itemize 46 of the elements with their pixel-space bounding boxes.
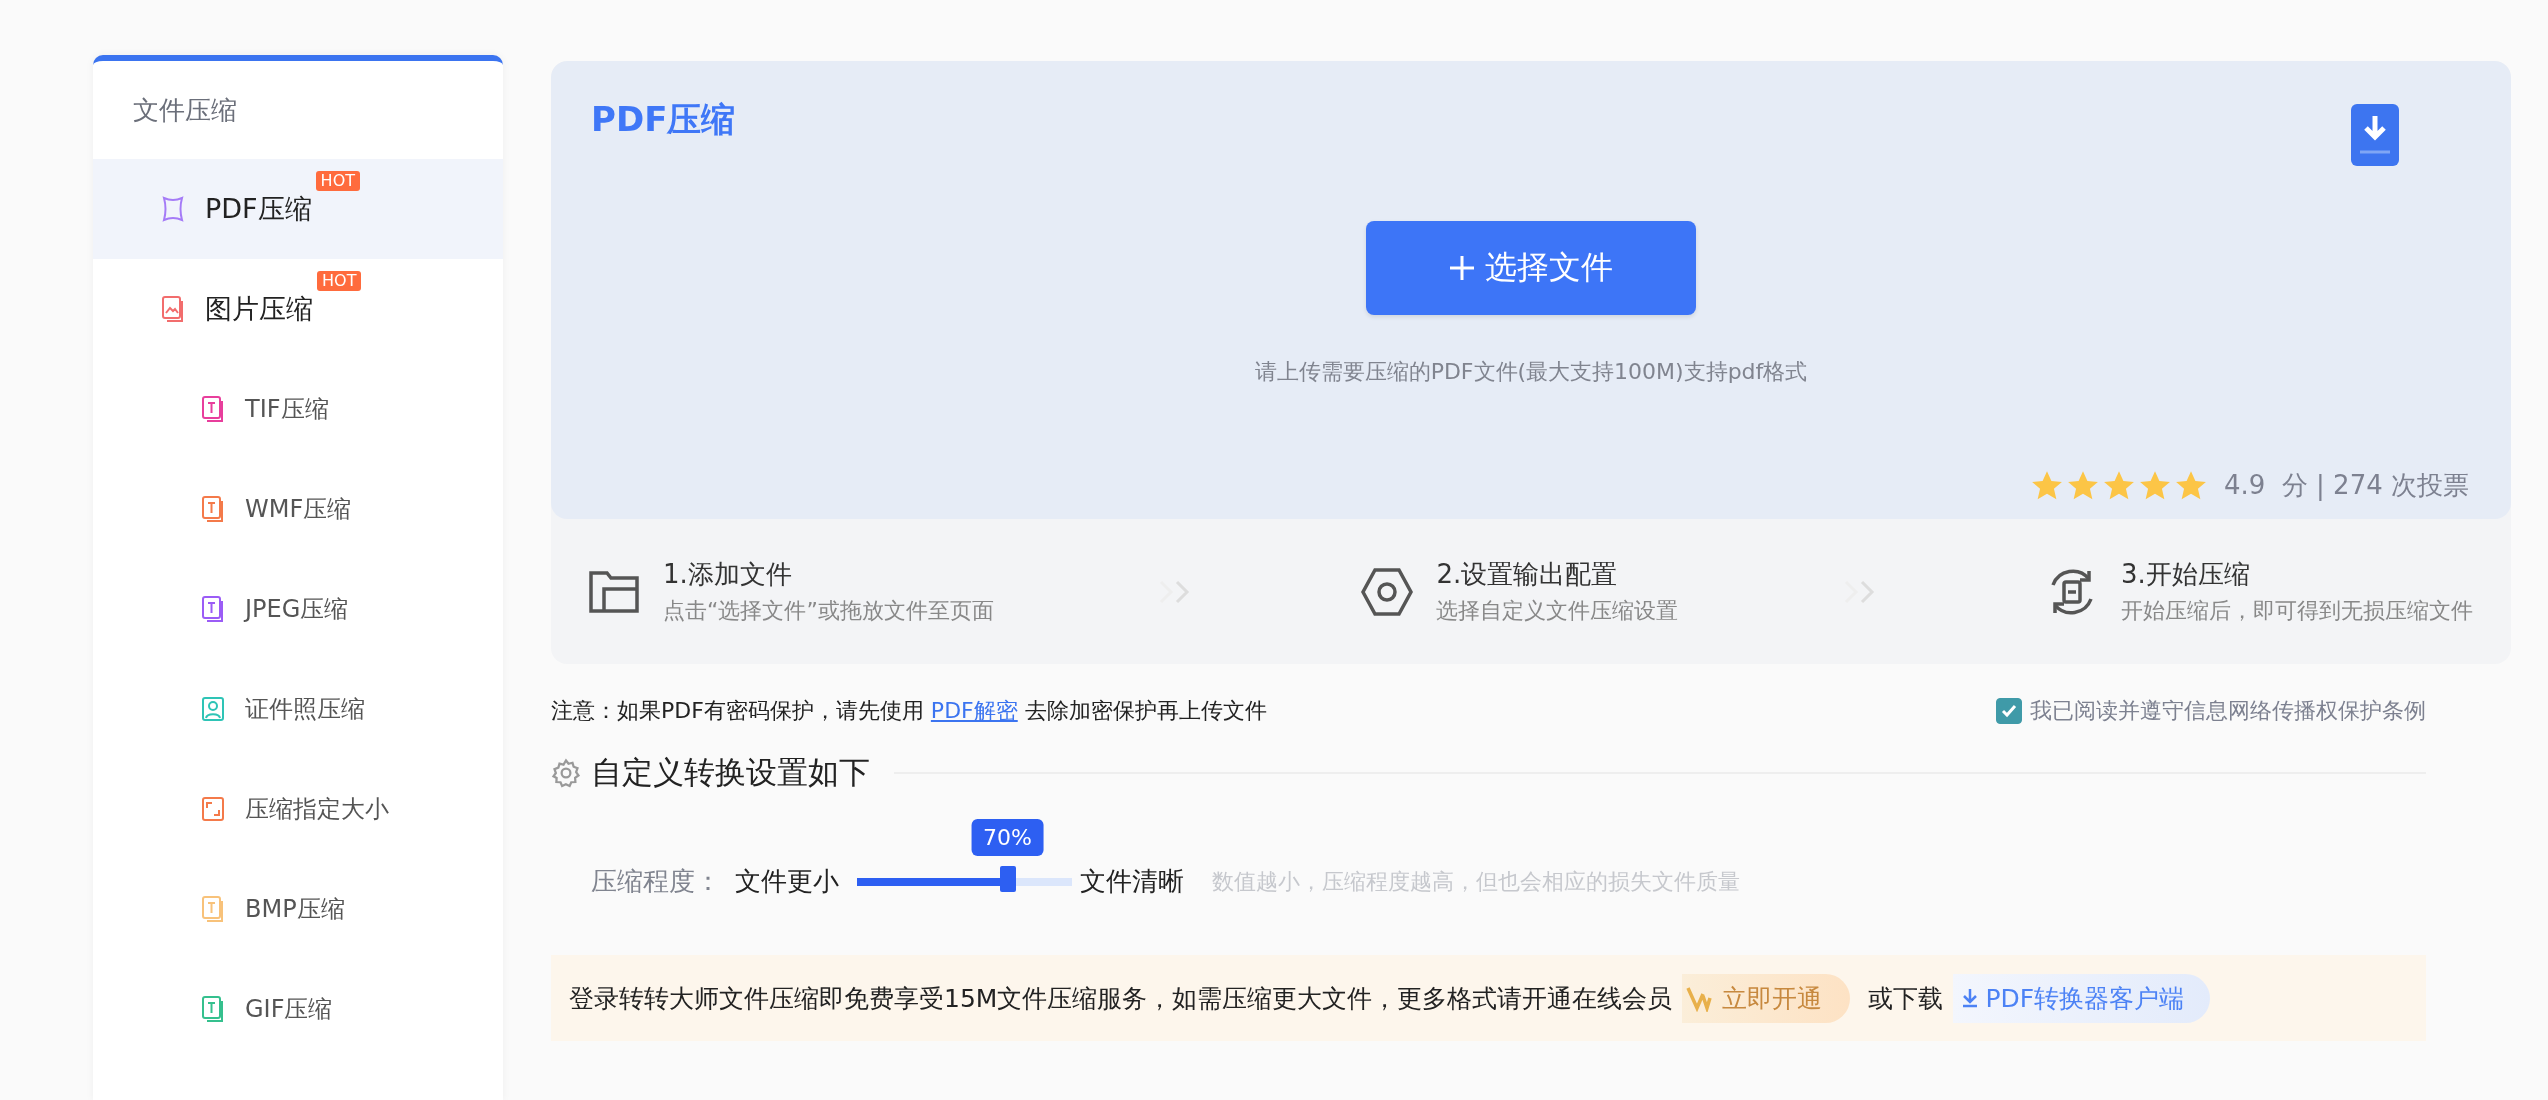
password-notice: 注意：如果PDF有密码保护，请先使用 PDF解密 去除加密保护再上传文件 bbox=[551, 697, 1267, 725]
sidebar-item[interactable]: 证件照压缩 bbox=[93, 659, 503, 759]
settings-icon bbox=[551, 758, 581, 788]
pdf-decrypt-link[interactable]: PDF解密 bbox=[930, 698, 1018, 723]
hot-badge: HOT bbox=[317, 271, 362, 291]
hot-badge: HOT bbox=[315, 171, 360, 191]
download-icon[interactable] bbox=[2351, 104, 2399, 166]
sidebar-item[interactable]: GIF压缩 bbox=[93, 959, 503, 1059]
sidebar-item[interactable]: 图片压缩 HOT bbox=[93, 259, 503, 359]
download-icon bbox=[1961, 988, 1980, 1008]
slider-thumb[interactable] bbox=[999, 865, 1016, 892]
sidebar-item-label: WMF压缩 bbox=[245, 494, 352, 525]
sidebar-item[interactable]: TIF压缩 bbox=[93, 359, 503, 459]
upload-hint: 请上传需要压缩的PDF文件(最大支持100M)支持pdf格式 bbox=[1254, 358, 1808, 386]
max-label: 文件清晰 bbox=[1080, 865, 1184, 898]
select-file-button[interactable]: 选择文件 bbox=[1366, 221, 1696, 315]
min-label: 文件更小 bbox=[735, 865, 839, 898]
consent-checkbox[interactable] bbox=[1996, 698, 2022, 724]
consent-label: 我已阅读并遵守信息网络传播权保护条例 bbox=[2030, 697, 2426, 725]
page-title: PDF压缩 bbox=[591, 98, 736, 141]
settings-heading: 自定义转换设置如下 bbox=[591, 753, 870, 792]
checkmark-icon bbox=[2000, 702, 2018, 720]
step-description: 选择自定义文件压缩设置 bbox=[1436, 597, 1679, 625]
sidebar-title: 文件压缩 bbox=[132, 93, 238, 127]
sidebar-item[interactable]: 压缩指定大小 bbox=[93, 759, 503, 859]
sidebar-item-label: TIF压缩 bbox=[245, 394, 329, 425]
rating-text: 4.9 分 | 274 次投票 bbox=[2223, 469, 2469, 503]
plus-icon bbox=[1449, 255, 1475, 281]
sidebar-item-label: JPEG压缩 bbox=[245, 594, 349, 625]
sidebar-item-label: BMP压缩 bbox=[245, 894, 345, 925]
slider-tooltip: 70% bbox=[971, 818, 1044, 856]
step-description: 开始压缩后，即可得到无损压缩文件 bbox=[2121, 597, 2473, 625]
sidebar-item[interactable]: JPEG压缩 bbox=[93, 559, 503, 659]
step-title: 1.添加文件 bbox=[663, 558, 793, 591]
step-description: 点击“选择文件”或拖放文件至页面 bbox=[663, 597, 994, 625]
compression-label: 压缩程度： bbox=[591, 865, 721, 898]
step-title: 2.设置输出配置 bbox=[1436, 558, 1619, 591]
banner-text: 登录转转大师文件压缩即免费享受15M文件压缩服务，如需压缩更大文件，更多格式请开通在线会员 bbox=[569, 982, 1673, 1015]
step-title: 3.开始压缩 bbox=[2121, 558, 2251, 591]
sidebar-item-label: GIF压缩 bbox=[245, 994, 333, 1025]
sidebar-item[interactable]: BMP压缩 bbox=[93, 859, 503, 959]
sidebar-item-label: 压缩指定大小 bbox=[245, 794, 389, 825]
sidebar-item[interactable]: PDF压缩 HOT bbox=[93, 159, 503, 259]
or-download-text: 或下载 bbox=[1868, 982, 1944, 1015]
sidebar-item-label: 证件照压缩 bbox=[245, 694, 365, 725]
sidebar-item[interactable]: WMF压缩 bbox=[93, 459, 503, 559]
